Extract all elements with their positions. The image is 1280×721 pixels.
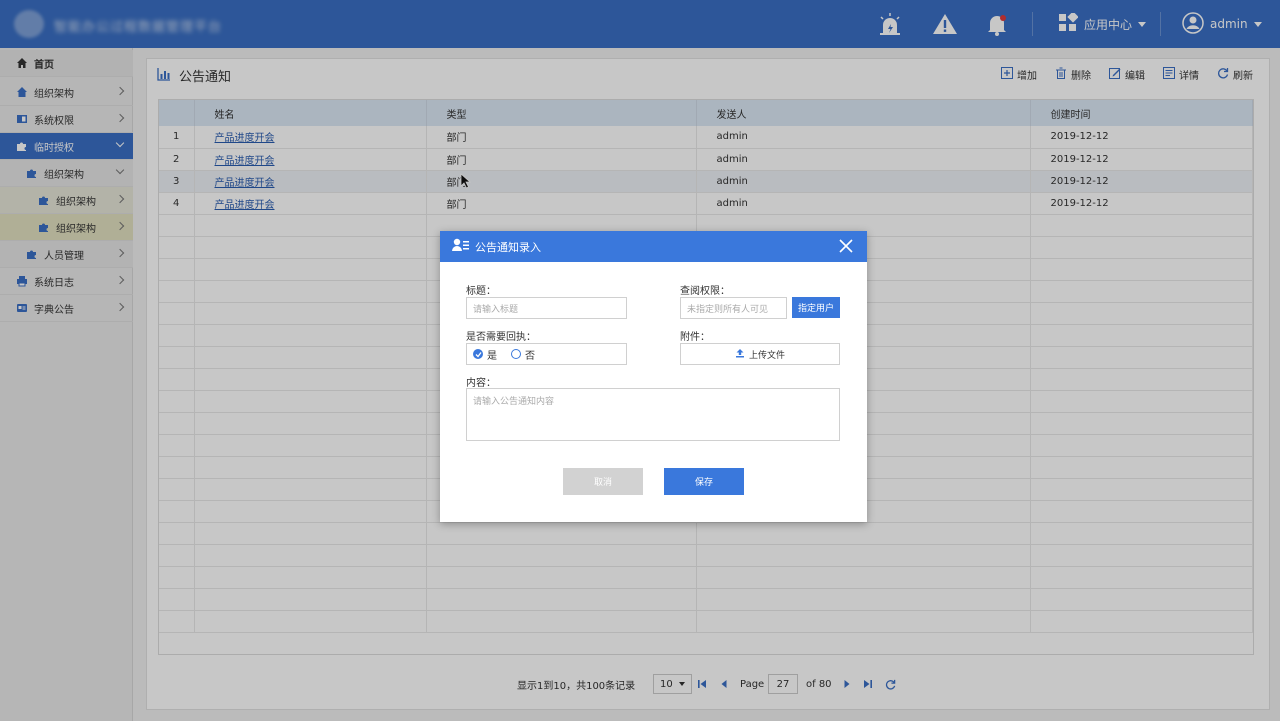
circle-icon bbox=[511, 349, 521, 359]
title-input[interactable]: 请输入标题 bbox=[466, 297, 627, 319]
save-button[interactable]: 保存 bbox=[664, 468, 744, 495]
receipt-no-radio[interactable]: 否 bbox=[511, 347, 535, 362]
content-field-label: 内容： bbox=[466, 378, 496, 389]
attachment-field-label: 附件： bbox=[680, 332, 710, 343]
upload-file-button[interactable]: 上传文件 bbox=[680, 343, 840, 365]
radio-label: 否 bbox=[525, 350, 535, 362]
receipt-field-label: 是否需要回执： bbox=[466, 332, 536, 343]
assign-user-button[interactable]: 指定用户 bbox=[792, 297, 840, 318]
dialog-title: 公告通知录入 bbox=[475, 240, 541, 254]
dialog-header: 公告通知录入 bbox=[440, 231, 867, 262]
title-field-label: 标题： bbox=[466, 286, 496, 297]
check-circle-icon bbox=[473, 349, 483, 359]
notice-entry-dialog: 公告通知录入 标题： 请输入标题 查阅权限： 未指定则所有人可见 指定用户 是否… bbox=[440, 231, 867, 522]
receipt-yes-radio[interactable]: 是 bbox=[473, 347, 497, 362]
permission-input[interactable]: 未指定则所有人可见 bbox=[680, 297, 787, 319]
upload-label: 上传文件 bbox=[748, 350, 785, 361]
receipt-radio-group: 是 否 bbox=[466, 343, 627, 365]
user-list-icon bbox=[452, 238, 469, 255]
cancel-button[interactable]: 取消 bbox=[563, 468, 643, 495]
content-textarea[interactable]: 请输入公告通知内容 bbox=[466, 388, 840, 441]
permission-field-label: 查阅权限： bbox=[680, 286, 730, 297]
radio-label: 是 bbox=[487, 350, 497, 362]
upload-icon bbox=[735, 348, 745, 361]
close-icon[interactable] bbox=[839, 239, 853, 253]
